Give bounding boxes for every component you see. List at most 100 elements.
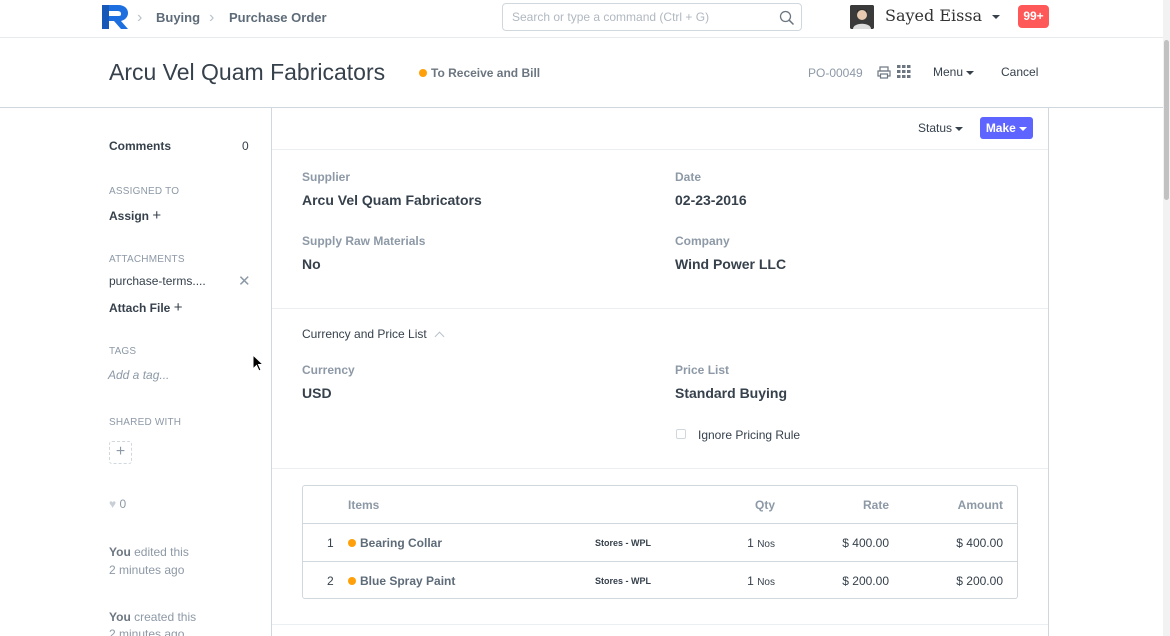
- ignore-pricing-rule-checkbox[interactable]: [676, 429, 686, 439]
- attachments-label: ATTACHMENTS: [109, 254, 185, 265]
- qty: 1 Nos: [723, 574, 775, 588]
- table-row[interactable]: 1 Bearing Collar Stores - WPL 1 Nos $ 40…: [303, 524, 1017, 562]
- supplier-label: Supplier: [302, 170, 351, 184]
- item-name[interactable]: Blue Spray Paint: [348, 574, 455, 588]
- status-dropdown-label: Status: [918, 121, 953, 135]
- form-toolbar: Status Make: [272, 108, 1048, 150]
- item-name-text: Bearing Collar: [360, 536, 443, 550]
- heart-icon: ♥: [109, 497, 117, 511]
- status-dropdown[interactable]: Status: [918, 121, 964, 135]
- breadcrumb-buying[interactable]: Buying: [156, 10, 200, 25]
- warehouse: Stores - WPL: [595, 538, 652, 548]
- assigned-to-label: ASSIGNED TO: [109, 186, 180, 197]
- search-input[interactable]: [512, 4, 772, 30]
- table-row[interactable]: 2 Blue Spray Paint Stores - WPL 1 Nos $ …: [303, 562, 1017, 600]
- activity-item: You edited this: [109, 545, 189, 559]
- company-value[interactable]: Wind Power LLC: [675, 256, 786, 272]
- qty-value: 1: [747, 574, 754, 588]
- qty-column-header: Qty: [754, 498, 775, 512]
- apps-grid-icon[interactable]: [897, 65, 911, 78]
- shared-with-label: SHARED WITH: [109, 417, 182, 428]
- price-list-label: Price List: [675, 363, 730, 377]
- comments-label[interactable]: Comments: [109, 139, 171, 153]
- activity-user: You: [109, 610, 131, 624]
- activity-action: created this: [130, 610, 197, 624]
- breadcrumb-chevron-icon: ›: [137, 9, 143, 26]
- date-value[interactable]: 02-23-2016: [675, 192, 747, 208]
- activity-time: 2 minutes ago: [109, 627, 185, 636]
- make-button[interactable]: Make: [980, 117, 1033, 139]
- supply-raw-materials-label: Supply Raw Materials: [302, 234, 426, 248]
- navbar: › Buying › Purchase Order Sayed Eissa 99…: [0, 0, 1163, 38]
- document-name: PO-00049: [808, 66, 863, 80]
- add-tag-input[interactable]: Add a tag...: [108, 368, 169, 382]
- scrollbar-thumb[interactable]: [1164, 40, 1169, 200]
- search-icon[interactable]: [779, 10, 795, 26]
- add-share-button[interactable]: +: [109, 441, 132, 464]
- chevron-up-icon: [434, 331, 445, 342]
- page-title: Arcu Vel Quam Fabricators: [109, 59, 386, 85]
- likes-count: 0: [119, 497, 127, 511]
- attachment-link[interactable]: purchase-terms....: [109, 274, 206, 288]
- search-box: [502, 3, 802, 31]
- status-dot-icon: [419, 69, 427, 77]
- rate: $ 200.00: [842, 574, 889, 588]
- breadcrumb-chevron-icon: ›: [209, 9, 215, 26]
- currency-label: Currency: [302, 363, 355, 377]
- breadcrumb-purchase-order[interactable]: Purchase Order: [229, 10, 327, 25]
- assign-button[interactable]: Assign +: [109, 207, 161, 224]
- make-label: Make: [985, 121, 1016, 135]
- plus-icon: +: [173, 299, 183, 316]
- currency-section-toggle[interactable]: Currency and Price List: [302, 327, 445, 342]
- row-index: 2: [327, 574, 334, 588]
- item-name[interactable]: Bearing Collar: [348, 536, 442, 550]
- currency-section: Currency and Price List Currency USD Pri…: [272, 309, 1048, 469]
- qty-value: 1: [747, 536, 754, 550]
- price-list-value[interactable]: Standard Buying: [675, 385, 787, 401]
- currency-value[interactable]: USD: [302, 385, 332, 401]
- amount: $ 200.00: [956, 574, 1003, 588]
- page-scrollbar[interactable]: [1163, 0, 1170, 636]
- uom: Nos: [757, 539, 775, 550]
- supply-raw-materials-value[interactable]: No: [302, 256, 321, 272]
- caret-down-icon: [1019, 126, 1028, 131]
- comments-count: 0: [242, 139, 249, 153]
- status-text: To Receive and Bill: [431, 66, 541, 80]
- form-main: Status Make Supplier Arcu Vel Quam Fabri…: [271, 108, 1049, 636]
- page-head: Arcu Vel Quam Fabricators To Receive and…: [0, 38, 1163, 108]
- cancel-button[interactable]: Cancel: [1001, 65, 1038, 79]
- details-section: Supplier Arcu Vel Quam Fabricators Date …: [272, 150, 1048, 309]
- activity-action: edited this: [130, 545, 189, 559]
- status-indicator: To Receive and Bill: [419, 66, 540, 80]
- status-dot-icon: [348, 539, 356, 547]
- table-header: Items Qty Rate Amount: [303, 486, 1017, 524]
- company-label: Company: [675, 234, 730, 248]
- currency-section-heading: Currency and Price List: [302, 327, 427, 341]
- tags-label: TAGS: [109, 346, 137, 357]
- amount: $ 400.00: [956, 536, 1003, 550]
- notifications-badge[interactable]: 99+: [1018, 5, 1049, 28]
- supplier-value[interactable]: Arcu Vel Quam Fabricators: [302, 192, 482, 208]
- caret-down-icon: [966, 70, 975, 75]
- print-icon[interactable]: [877, 66, 891, 79]
- like-button[interactable]: ♥ 0: [109, 497, 126, 511]
- row-index: 1: [327, 536, 334, 550]
- menu-label: Menu: [933, 65, 964, 79]
- app-logo[interactable]: [100, 4, 130, 30]
- menu-button[interactable]: Menu: [933, 65, 975, 79]
- assign-label: Assign: [109, 209, 150, 223]
- mouse-cursor-icon: [252, 354, 264, 372]
- items-column-header: Items: [348, 498, 380, 512]
- remove-attachment-icon[interactable]: ✕: [238, 272, 251, 290]
- activity-user: You: [109, 545, 131, 559]
- attach-file-button[interactable]: Attach File +: [109, 299, 182, 316]
- plus-icon: +: [152, 207, 162, 224]
- user-menu[interactable]: Sayed Eissa: [885, 6, 1001, 25]
- user-name: Sayed Eissa: [885, 6, 983, 25]
- ignore-pricing-rule-label[interactable]: Ignore Pricing Rule: [698, 428, 800, 442]
- date-label: Date: [675, 170, 702, 184]
- section-divider: [272, 624, 1048, 625]
- avatar[interactable]: [850, 5, 874, 29]
- item-name-text: Blue Spray Paint: [360, 574, 456, 588]
- warehouse: Stores - WPL: [595, 576, 652, 586]
